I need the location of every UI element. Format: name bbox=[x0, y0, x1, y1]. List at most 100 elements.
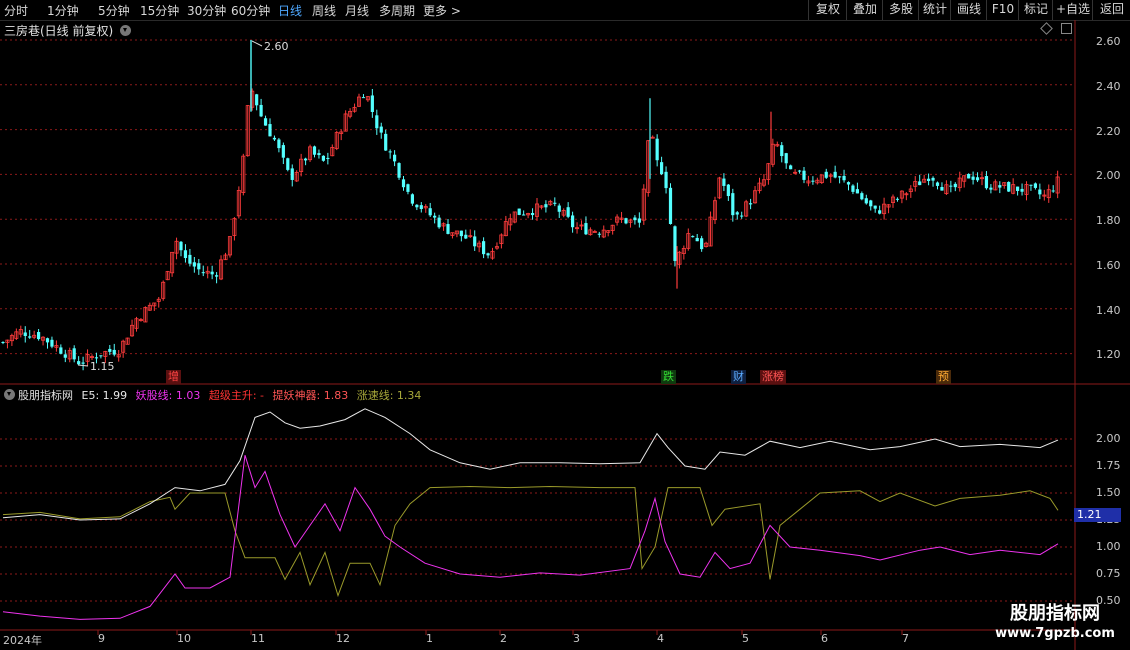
candle-body bbox=[201, 272, 205, 274]
candle-body bbox=[50, 339, 54, 347]
candle-body bbox=[664, 171, 668, 189]
candle-body bbox=[824, 171, 828, 178]
candle-body bbox=[984, 176, 989, 189]
y-tick-200: 2.00 bbox=[1096, 169, 1121, 182]
top-toolbar: 分时 1分钟 5分钟 15分钟 30分钟 60分钟 日线 周线 月线 多周期 更… bbox=[0, 0, 1130, 21]
candle-body bbox=[108, 348, 112, 352]
candle-body bbox=[446, 224, 450, 234]
period-5min[interactable]: 5分钟 bbox=[98, 2, 130, 19]
x-label-10: 10 bbox=[177, 632, 191, 645]
candle-body bbox=[975, 177, 980, 181]
ind-y-100: 1.00 bbox=[1096, 540, 1121, 553]
candle-body bbox=[846, 182, 851, 185]
candle-body bbox=[998, 185, 1002, 188]
candle-body bbox=[317, 153, 321, 156]
candle-body bbox=[530, 212, 535, 216]
candle-body bbox=[935, 182, 940, 186]
candlestick-chart[interactable]: 2.60 1.15 bbox=[0, 20, 1130, 385]
candle-body bbox=[99, 355, 103, 357]
candle-body bbox=[740, 215, 744, 217]
x-label-9: 9 bbox=[98, 632, 105, 645]
y-tick-220: 2.20 bbox=[1096, 125, 1121, 138]
period-1min[interactable]: 1分钟 bbox=[47, 2, 79, 19]
candle-body bbox=[522, 214, 526, 216]
candle-body bbox=[375, 115, 379, 129]
candle-body bbox=[197, 263, 201, 270]
candle-body bbox=[72, 348, 76, 360]
fuquan-button[interactable]: 复权 bbox=[808, 0, 847, 20]
candle-body bbox=[553, 202, 557, 204]
candle-body bbox=[584, 223, 588, 235]
candle-body bbox=[784, 153, 788, 164]
period-fenshi[interactable]: 分时 bbox=[4, 2, 28, 19]
candle-body bbox=[1007, 181, 1011, 192]
zhang-line bbox=[2, 485, 1059, 598]
stats-button[interactable]: 统计 bbox=[918, 0, 951, 20]
period-multi[interactable]: 多周期 bbox=[379, 2, 415, 19]
candle-body bbox=[1020, 188, 1024, 192]
candle-body bbox=[59, 347, 63, 354]
candle-body bbox=[464, 234, 468, 239]
period-daily[interactable]: 日线 bbox=[278, 2, 302, 19]
period-15min[interactable]: 15分钟 bbox=[140, 2, 179, 19]
candle-body bbox=[544, 204, 548, 208]
candle-body bbox=[81, 362, 85, 364]
candle-body bbox=[700, 238, 704, 250]
candle-body bbox=[695, 237, 699, 242]
candle-body bbox=[780, 145, 784, 157]
cursor-value-box: 1.21 bbox=[1074, 508, 1121, 522]
candle-body bbox=[731, 193, 735, 216]
mark-button[interactable]: 标记 bbox=[1018, 0, 1053, 20]
signal-zeng[interactable]: 增 bbox=[166, 370, 181, 384]
signal-die[interactable]: 跌 bbox=[661, 370, 676, 384]
x-label-3: 3 bbox=[573, 632, 580, 645]
signal-zhangbang[interactable]: 涨榜 bbox=[760, 370, 786, 384]
multi-stock-button[interactable]: 多股 bbox=[882, 0, 919, 20]
candle-body bbox=[379, 126, 383, 133]
y-tick-180: 1.80 bbox=[1096, 214, 1121, 227]
candle-body bbox=[1051, 190, 1055, 192]
candle-body bbox=[691, 236, 695, 238]
candle-body bbox=[789, 165, 793, 170]
candle-body bbox=[482, 241, 486, 255]
candle-body bbox=[183, 250, 188, 259]
candle-body bbox=[802, 170, 806, 180]
candle-body bbox=[419, 205, 423, 210]
candle-body bbox=[855, 189, 859, 194]
candle-body bbox=[277, 139, 281, 149]
period-more[interactable]: 更多 > bbox=[423, 2, 461, 19]
low-label: 1.15 bbox=[90, 360, 115, 373]
candle-body bbox=[433, 215, 437, 218]
candle-body bbox=[326, 157, 330, 159]
signal-cai[interactable]: 财 bbox=[731, 370, 746, 384]
draw-line-button[interactable]: 画线 bbox=[950, 0, 987, 20]
back-button[interactable]: 返回 bbox=[1092, 0, 1130, 20]
period-30min[interactable]: 30分钟 bbox=[187, 2, 226, 19]
period-weekly[interactable]: 周线 bbox=[312, 2, 336, 19]
candle-body bbox=[28, 336, 32, 338]
candle-body bbox=[1016, 186, 1020, 191]
x-label-11: 11 bbox=[251, 632, 265, 645]
candle-body bbox=[566, 207, 570, 217]
period-60min[interactable]: 60分钟 bbox=[231, 2, 270, 19]
candle-body bbox=[63, 354, 67, 358]
candle-body bbox=[895, 198, 900, 200]
overlay-button[interactable]: 叠加 bbox=[846, 0, 883, 20]
x-label-6: 6 bbox=[821, 632, 828, 645]
candle-body bbox=[637, 218, 641, 223]
candle-body bbox=[406, 184, 410, 192]
candle-body bbox=[210, 271, 214, 275]
period-monthly[interactable]: 月线 bbox=[345, 2, 369, 19]
indicator-chart[interactable] bbox=[0, 385, 1130, 650]
candle-body bbox=[967, 173, 971, 179]
candle-body bbox=[263, 118, 268, 126]
candle-body bbox=[393, 154, 397, 162]
candle-body bbox=[797, 170, 802, 172]
y-tick-260: 2.60 bbox=[1096, 35, 1121, 48]
e5-line bbox=[2, 408, 1059, 521]
candle-body bbox=[971, 176, 975, 180]
f10-button[interactable]: F10 bbox=[986, 0, 1019, 20]
candle-body bbox=[361, 97, 366, 99]
add-watchlist-button[interactable]: +自选 bbox=[1052, 0, 1093, 20]
signal-yu[interactable]: 预 bbox=[936, 370, 951, 384]
